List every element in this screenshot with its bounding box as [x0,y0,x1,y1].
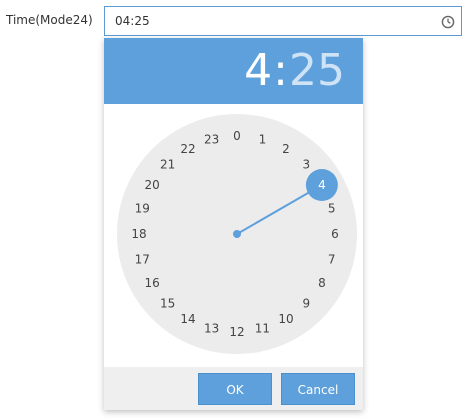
hour-label-15[interactable]: 15 [160,296,175,310]
hour-label-6[interactable]: 6 [331,227,339,241]
hour-label-2[interactable]: 2 [282,142,290,156]
time-field-label: Time(Mode24) [6,13,93,27]
hour-label-7[interactable]: 7 [328,252,336,266]
hour-label-0[interactable]: 0 [233,129,241,143]
ok-button[interactable]: OK [198,373,272,405]
hour-label-20[interactable]: 20 [144,178,159,192]
hour-label-11[interactable]: 11 [255,322,270,336]
hour-label-8[interactable]: 8 [318,276,326,290]
time-picker-popup: 4:25 0 1 2 3 4 5 6 7 8 9 10 11 12 13 14 15 16 17 18 19 20 21 2… [104,38,363,410]
hour-label-13[interactable]: 13 [204,322,219,336]
hour-label-9[interactable]: 9 [302,296,310,310]
picker-footer: OK Cancel [104,367,363,410]
time-input-value[interactable]: 04:25 [115,14,150,28]
hour-label-19[interactable]: 19 [135,202,150,216]
hour-label-12[interactable]: 12 [229,325,244,339]
time-input[interactable]: 04:25 [104,6,462,36]
hour-label-16[interactable]: 16 [144,276,159,290]
clock-center-dot [233,230,241,238]
clock-icon[interactable] [441,14,455,29]
hour-label-17[interactable]: 17 [135,252,150,266]
hour-label-22[interactable]: 22 [180,142,195,156]
hour-label-14[interactable]: 14 [180,312,195,326]
hour-label-18[interactable]: 18 [131,227,146,241]
cancel-button[interactable]: Cancel [281,373,355,405]
hour-label-4[interactable]: 4 [318,178,326,192]
hour-label-21[interactable]: 21 [160,158,175,172]
hour-label-3[interactable]: 3 [302,158,310,172]
hour-label-10[interactable]: 10 [278,312,293,326]
hour-label-23[interactable]: 23 [204,132,219,146]
hour-label-1[interactable]: 1 [259,132,267,146]
hour-label-5[interactable]: 5 [328,202,336,216]
clock-dial[interactable]: 0 1234567891011121314151617181920212223 [104,38,363,367]
